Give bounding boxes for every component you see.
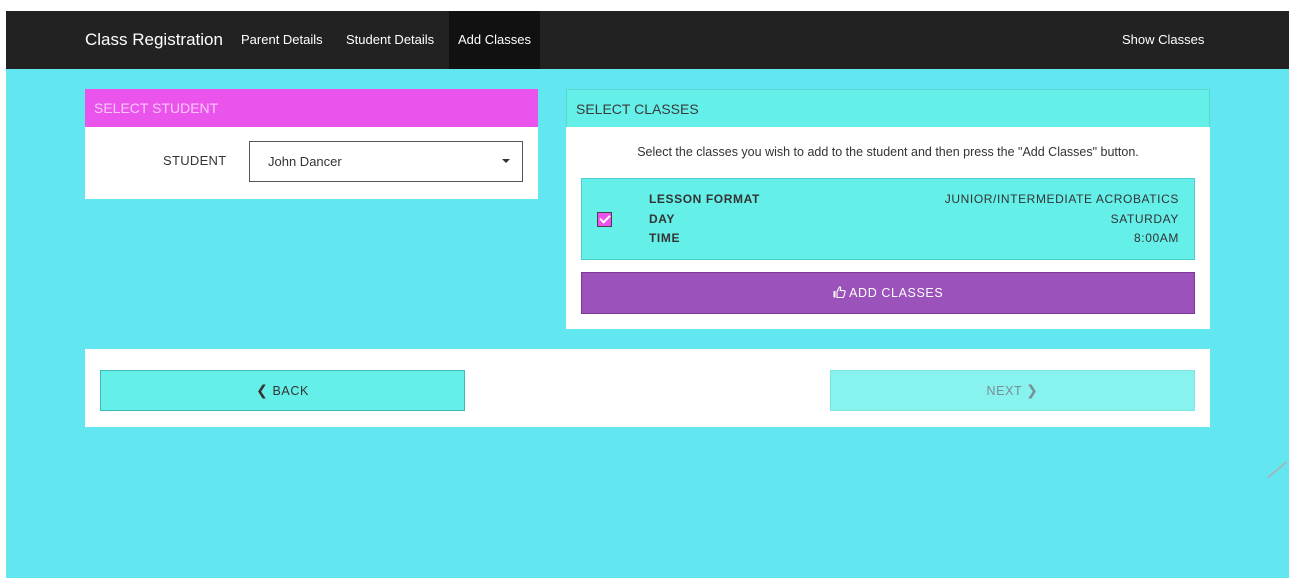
select-student-header: SELECT STUDENT [85, 89, 538, 127]
class-card: LESSON FORMAT JUNIOR/INTERMEDIATE ACROBA… [581, 178, 1195, 260]
brand-title[interactable]: Class Registration [85, 11, 223, 69]
select-classes-header: SELECT CLASSES [566, 89, 1210, 127]
chevron-right-icon: ❯ [1026, 382, 1039, 398]
student-select-value: John Dancer [268, 154, 342, 169]
class-row-value: 8:00AM [1134, 231, 1179, 245]
nav-add-classes[interactable]: Add Classes [449, 11, 540, 69]
nav-student-details[interactable]: Student Details [346, 11, 434, 69]
class-row-key: DAY [649, 212, 676, 226]
add-classes-label: ADD CLASSES [849, 286, 944, 300]
student-select[interactable]: John Dancer [249, 141, 523, 182]
top-navbar: Class Registration Parent Details Studen… [6, 11, 1289, 69]
nav-parent-details[interactable]: Parent Details [241, 11, 323, 69]
resize-handle [1267, 461, 1287, 479]
thumbs-up-icon [833, 286, 846, 299]
back-button[interactable]: ❮ BACK [100, 370, 465, 411]
class-row-key: LESSON FORMAT [649, 192, 760, 206]
class-row-value: JUNIOR/INTERMEDIATE ACROBATICS [944, 192, 1179, 206]
chevron-left-icon: ❮ [256, 382, 269, 398]
add-classes-button[interactable]: ADD CLASSES [581, 272, 1195, 314]
select-classes-panel: SELECT CLASSES Select the classes you wi… [566, 89, 1210, 329]
back-label: BACK [272, 384, 309, 398]
classes-instructions: Select the classes you wish to add to th… [637, 145, 1139, 159]
select-student-panel: SELECT STUDENT STUDENT John Dancer [85, 89, 538, 199]
next-button[interactable]: NEXT ❯ [830, 370, 1195, 411]
student-field-label: STUDENT [163, 153, 227, 168]
app-frame: Class Registration Parent Details Studen… [6, 11, 1289, 578]
class-row-value: SATURDAY [1110, 212, 1179, 226]
nav-show-classes[interactable]: Show Classes [1122, 11, 1204, 69]
class-checkbox[interactable] [597, 212, 612, 227]
wizard-nav-panel: ❮ BACK NEXT ❯ [85, 349, 1210, 427]
caret-down-icon [502, 159, 510, 163]
next-label: NEXT [986, 384, 1023, 398]
class-row-key: TIME [649, 231, 681, 245]
